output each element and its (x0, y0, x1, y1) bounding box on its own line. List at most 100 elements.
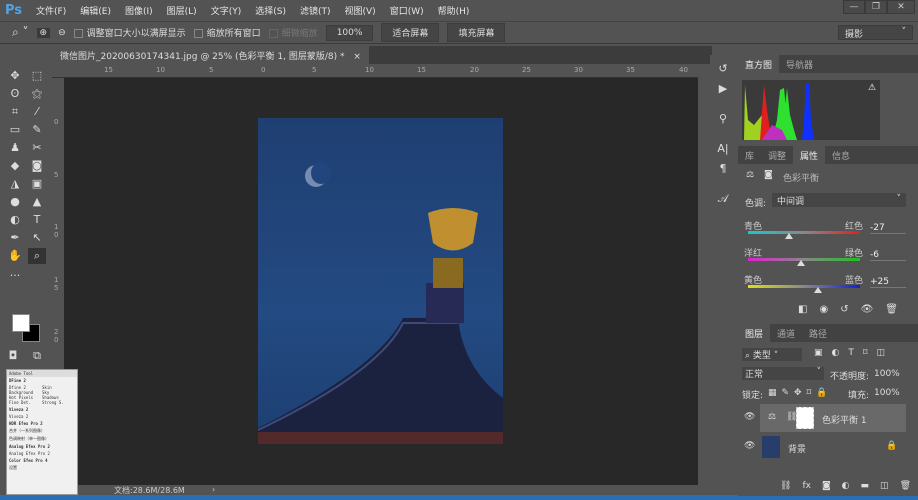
plugin-section[interactable]: Viveza 2 (7, 406, 77, 413)
brush-tool-icon[interactable]: ✎ (28, 122, 46, 138)
layer-filter-select[interactable]: ⌕ 类型 ˅ (742, 348, 802, 361)
slider-thumb[interactable] (814, 287, 822, 293)
plugin-section[interactable]: DFine 2 (7, 377, 77, 384)
delete-icon[interactable]: 🗑 (885, 304, 898, 315)
zoom-tool-icon[interactable]: ⌕ (28, 248, 46, 264)
warning-icon[interactable]: ⚠ (868, 83, 876, 93)
tab-libraries[interactable]: 库 (738, 146, 761, 164)
healing-brush-icon[interactable]: ▭ (6, 122, 24, 138)
adjustment-filter-icon[interactable]: ◐ (832, 348, 840, 358)
plugin-item[interactable]: 合并（一系列图像） (7, 427, 77, 435)
plugin-item[interactable]: Fine Det. (9, 400, 42, 405)
plugin-section[interactable]: Analog Efex Pro 2 (7, 443, 77, 450)
new-group-icon[interactable]: ▬ (861, 481, 870, 491)
zoom-all-checkbox[interactable]: 缩放所有窗口 (193, 26, 261, 39)
fill-screen-button[interactable]: 填充屏幕 (447, 23, 506, 42)
slider-value-input[interactable]: -27 (870, 223, 906, 234)
pen-tool-icon[interactable]: ✒ (6, 230, 24, 246)
clip-to-layer-icon[interactable]: ◧ (798, 304, 807, 315)
status-menu-arrow[interactable]: › (212, 485, 215, 494)
menu-window[interactable]: 窗口(W) (390, 4, 424, 17)
tab-info[interactable]: 信息 (825, 146, 857, 164)
new-layer-icon[interactable]: ◫ (880, 481, 889, 491)
quick-mask-icon[interactable]: ◘ (4, 348, 22, 364)
menu-select[interactable]: 选择(S) (255, 4, 286, 17)
color-slider-track[interactable] (748, 285, 860, 288)
history-brush-icon[interactable]: ✂ (28, 140, 46, 156)
resize-windows-checkbox[interactable]: 调整窗口大小以满屏显示 (73, 26, 186, 39)
plugin-section[interactable]: Color Efex Pro 4 (7, 457, 77, 464)
layer-name[interactable]: 色彩平衡 1 (822, 413, 867, 426)
tab-layers[interactable]: 图层 (738, 324, 771, 342)
blend-mode-select[interactable]: 正常 ˅ (742, 367, 824, 380)
close-tab-icon[interactable]: × (353, 52, 361, 62)
color-slider-track[interactable] (748, 231, 860, 234)
screen-mode-icon[interactable]: ⧉ (28, 348, 46, 364)
scrubby-zoom-checkbox[interactable]: 细微缩放 (268, 26, 318, 39)
tone-select[interactable]: 中间调 ˅ (772, 193, 906, 207)
type-tool-icon[interactable]: T (28, 212, 46, 228)
plugin-item[interactable]: Analog Efex Pro 2 (7, 450, 77, 457)
eyedropper-icon[interactable]: ⁄ (28, 104, 46, 120)
slider-value-input[interactable]: +25 (870, 277, 906, 288)
plugin-item[interactable]: Viveza 2 (7, 413, 77, 420)
view-previous-icon[interactable]: ◉ (819, 304, 828, 315)
blur-tool-icon[interactable]: ◮ (6, 176, 24, 192)
menu-layer[interactable]: 图层(L) (167, 4, 197, 17)
minimize-button[interactable]: — (843, 0, 865, 14)
paint-bucket-icon[interactable]: ◙ (28, 158, 46, 174)
zoom-tool-icon[interactable]: ⌕ ˅ (12, 25, 29, 40)
link-layers-icon[interactable]: ⛓ (780, 481, 791, 491)
direct-select-icon[interactable]: ↖ (28, 230, 46, 246)
zoom-out-icon[interactable]: ⊖ (58, 28, 66, 38)
plugin-section[interactable]: HDR Efex Pro 2 (7, 420, 77, 427)
plugin-item[interactable]: 色调映射（单一图像） (7, 435, 77, 443)
fx-icon[interactable]: fx (802, 481, 811, 491)
type-filter-icon[interactable]: T (848, 348, 854, 358)
shape-filter-icon[interactable]: ⌑ (863, 348, 868, 358)
hand-tool-icon[interactable]: ✋ (6, 248, 24, 264)
opacity-input[interactable]: 100% (874, 369, 900, 379)
close-window-button[interactable]: ✕ (887, 0, 915, 14)
fill-input[interactable]: 100% (874, 388, 900, 398)
slider-thumb[interactable] (784, 233, 793, 239)
menu-type[interactable]: 文字(Y) (211, 4, 242, 17)
layer-row[interactable]: 背景 🔒 (760, 433, 906, 461)
tab-navigator[interactable]: 导航器 (779, 55, 820, 73)
slider-thumb[interactable] (796, 260, 805, 266)
clone-stamp-icon[interactable]: ♟ (6, 140, 24, 156)
foreground-color-swatch[interactable] (12, 314, 30, 332)
plugin-item[interactable]: Strong S. (42, 400, 75, 405)
smart-object-filter-icon[interactable]: ◫ (877, 348, 886, 358)
workspace-select[interactable]: 摄影 ˅ (838, 25, 913, 40)
mask-icon[interactable]: ◙ (764, 170, 773, 180)
glyphs-icon[interactable]: 𝒜 (714, 191, 732, 207)
tab-adjustments[interactable]: 调整 (761, 146, 793, 164)
reset-icon[interactable]: ↺ (840, 304, 848, 315)
restore-button[interactable]: ❐ (865, 0, 887, 14)
visibility-eye-icon[interactable]: 👁 (744, 412, 755, 422)
menu-filter[interactable]: 滤镜(T) (300, 4, 331, 17)
fit-screen-button[interactable]: 适合屏幕 (381, 23, 440, 42)
history-icon[interactable]: ↺ (714, 61, 732, 77)
tab-histogram[interactable]: 直方图 (738, 55, 780, 73)
zoom-in-icon[interactable]: ⊕ (36, 27, 51, 38)
slider-value-input[interactable]: -6 (870, 250, 906, 261)
move-tool-icon[interactable]: ✥ (6, 68, 24, 84)
dodge-tool-icon[interactable]: ● (6, 194, 24, 210)
document-tab[interactable]: 微信图片_20200630174341.jpg @ 25% (色彩平衡 1, 图… (52, 46, 369, 64)
crop-tool-icon[interactable]: ⌗ (6, 104, 24, 120)
menu-view[interactable]: 视图(V) (345, 4, 376, 17)
layer-mask-thumbnail[interactable] (796, 407, 814, 429)
delete-layer-icon[interactable]: 🗑 (900, 481, 911, 491)
visibility-eye-icon[interactable]: 👁 (744, 441, 755, 451)
tab-channels[interactable]: 通道 (770, 324, 802, 342)
paragraph-icon[interactable]: ¶ (714, 161, 732, 177)
new-adjustment-icon[interactable]: ◐ (842, 481, 850, 491)
lock-icons[interactable]: ▦✎✥⌑🔒 (768, 388, 832, 398)
visibility-icon[interactable]: 👁 (861, 304, 874, 315)
add-mask-icon[interactable]: ◙ (822, 481, 831, 491)
layer-row[interactable]: ⚖ ⛓ 色彩平衡 1 (760, 404, 906, 432)
menu-file[interactable]: 文件(F) (36, 4, 66, 17)
eraser-icon[interactable]: ◆ (6, 158, 24, 174)
